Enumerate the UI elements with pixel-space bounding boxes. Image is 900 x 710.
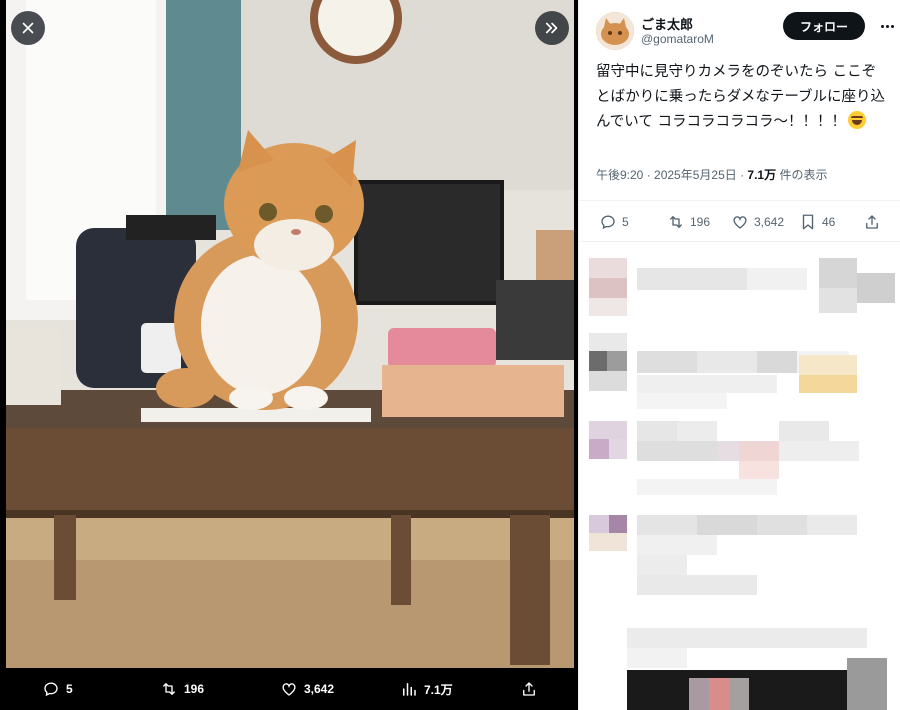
retweet-button[interactable]: 196: [667, 201, 710, 243]
close-button[interactable]: [11, 11, 45, 45]
more-dot-icon: [885, 24, 889, 28]
list-item: [579, 628, 900, 710]
tweet-view-count: 7.1万: [747, 168, 777, 182]
share-icon: [866, 215, 878, 229]
bookmark-count: 46: [822, 215, 836, 229]
reply-icon: [44, 682, 58, 697]
list-item: [579, 258, 900, 323]
media-view-count: 7.1万: [424, 682, 453, 697]
media-views-button[interactable]: 7.1万: [400, 668, 453, 710]
tweet-author: ごま太郎 @gomataroM フォロー: [593, 10, 894, 52]
media-reply-count: 5: [66, 682, 73, 696]
media-like-button[interactable]: 3,642: [280, 668, 334, 710]
retweet-count: 196: [690, 215, 711, 229]
tweet-action-bar: 5 196 3,642 46: [579, 200, 900, 242]
tweet-meta: 午後9:20 · 2025年5月25日 · 7.1万 件の表示: [596, 166, 827, 183]
avatar[interactable]: [596, 12, 634, 50]
heart-icon: [733, 216, 747, 229]
media-reply-button[interactable]: 5: [42, 668, 73, 710]
tweet-views-label: 件の表示: [776, 168, 828, 182]
double-chevron-right-icon: [545, 22, 558, 34]
more-options-button[interactable]: [877, 18, 897, 34]
like-button[interactable]: 3,642: [731, 201, 784, 243]
share-icon: [523, 682, 535, 696]
share-button[interactable]: [863, 201, 881, 243]
tweet-panel: ごま太郎 @gomataroM フォロー 留守中に見守りカメラをのぞいたら ここ…: [578, 0, 900, 710]
reply-icon: [601, 215, 615, 230]
media-like-count: 3,642: [304, 682, 335, 696]
replies-list-pixelated: [579, 243, 900, 710]
tweet-body: 留守中に見守りカメラをのぞいたら ここぞとばかりに乗ったらダメなテーブルに座り込…: [596, 60, 886, 135]
list-item: [579, 515, 900, 600]
close-icon: [22, 22, 34, 34]
list-item: [579, 421, 900, 501]
tweet-text: 留守中に見守りカメラをのぞいたら ここぞとばかりに乗ったらダメなテーブルに座り込…: [596, 64, 885, 130]
more-dot-icon: [890, 24, 894, 28]
rofl-emoji-icon: [847, 111, 866, 129]
retweet-icon: [163, 683, 175, 695]
more-dot-icon: [880, 24, 884, 28]
meta-separator: ·: [643, 168, 655, 182]
meta-separator: ·: [736, 168, 748, 182]
follow-button[interactable]: フォロー: [783, 12, 865, 40]
like-count: 3,642: [754, 215, 785, 229]
analytics-icon: [403, 683, 416, 696]
media-share-button[interactable]: [520, 668, 538, 710]
author-handle[interactable]: @gomataroM: [641, 32, 714, 46]
tweet-date[interactable]: 2025年5月25日: [654, 168, 737, 182]
author-display-name[interactable]: ごま太郎: [641, 14, 693, 33]
cat-photo[interactable]: [6, 0, 574, 668]
reply-count: 5: [622, 215, 629, 229]
bookmark-icon: [802, 214, 814, 230]
tweet-time[interactable]: 午後9:20: [596, 168, 643, 182]
list-item: [579, 333, 900, 413]
media-viewer: 5 196 3,642 7.1万: [0, 0, 578, 710]
retweet-icon: [670, 216, 682, 228]
reply-button[interactable]: 5: [599, 201, 629, 243]
media-retweet-count: 196: [184, 682, 205, 696]
media-action-bar: 5 196 3,642 7.1万: [0, 668, 578, 710]
expand-panel-button[interactable]: [535, 11, 569, 45]
heart-icon: [282, 683, 296, 696]
media-retweet-button[interactable]: 196: [160, 668, 204, 710]
bookmark-button[interactable]: 46: [799, 201, 835, 243]
